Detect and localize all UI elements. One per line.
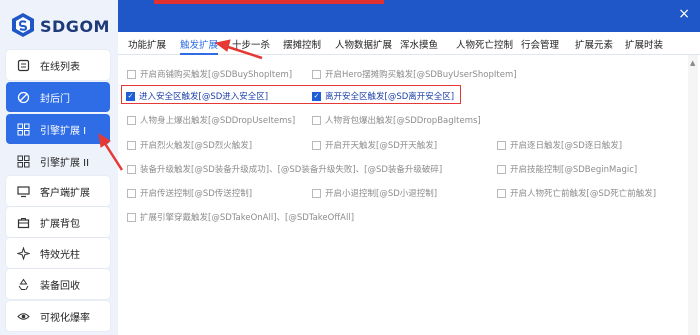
tab-ext-fashion[interactable]: 扩展时装 [625, 37, 663, 51]
checkbox[interactable] [127, 69, 136, 79]
list-icon [16, 58, 30, 72]
recycle-icon [16, 277, 30, 291]
trigger-drop-bag-items[interactable]: 人物背包爆出触发[@SDDropBagItems] [312, 114, 481, 126]
trigger-chase-sun[interactable]: 开启逐日触发[@SD逐日触发] [497, 139, 622, 151]
sidebar-item-label: 客户端扩展 [40, 187, 90, 199]
checkbox[interactable] [127, 188, 136, 198]
sparkle-icon [16, 246, 30, 260]
app-logo: SDGOM [8, 8, 118, 44]
trigger-label: 开启技能控制[@SDBeginMagic] [510, 165, 638, 175]
sidebar-item-label: 引擎扩展 II [40, 157, 90, 169]
sidebar-item-label: 扩展背包 [40, 218, 80, 230]
sidebar-item-block-backdoor[interactable]: 封后门 [6, 82, 110, 112]
trigger-label: 装备升级触发[@SD装备升级成功]、[@SD装备升级失败]、[@SD装备升级破碎… [140, 165, 443, 175]
highlight-box [121, 85, 461, 104]
checkbox[interactable] [312, 140, 321, 150]
trigger-label: 开启逐日触发[@SD逐日触发] [510, 141, 623, 151]
sidebar-item-engine-ext-2[interactable]: 引擎扩展 II [6, 146, 110, 176]
title-bar-accent [154, 0, 384, 4]
sidebar-item-client-ext[interactable]: 客户端扩展 [6, 176, 110, 206]
trigger-label: 人物背包爆出触发[@SDDropBagItems] [325, 116, 481, 126]
sidebar-item-equip-recycle[interactable]: 装备回收 [6, 269, 110, 299]
trigger-label: 扩展引擎穿戴触发[@SDTakeOnAll]、[@SDTakeOffAll] [140, 213, 355, 223]
trigger-label: 开启人物死亡前触发[@SD死亡前触发] [510, 189, 657, 199]
checkbox[interactable] [312, 188, 321, 198]
checkbox[interactable] [312, 69, 321, 79]
tab-guild-manage[interactable]: 行会管理 [521, 37, 559, 51]
tab-function-ext[interactable]: 功能扩展 [128, 37, 166, 51]
sidebar: SDGOM 在线列表 封后门 引擎扩展 I 引擎扩展 II 客户端扩展 扩展背包… [0, 0, 119, 335]
trigger-before-death[interactable]: 开启人物死亡前触发[@SD死亡前触发] [497, 187, 656, 199]
checkbox[interactable] [127, 164, 136, 174]
tab-ext-element[interactable]: 扩展元素 [575, 37, 613, 51]
trigger-drop-use-items[interactable]: 人物身上爆出触发[@SDDropUseItems] [127, 114, 295, 126]
tab-stall-control[interactable]: 摆摊控制 [283, 37, 321, 51]
scroll-up-icon[interactable]: ▲ [690, 59, 695, 67]
sidebar-item-label: 封后门 [40, 93, 70, 105]
sidebar-item-label: 可视化爆率 [40, 312, 90, 324]
trigger-label: 开启Hero摆摊购买触发[@SDBuyUserShopItem] [325, 70, 517, 80]
trigger-take-on-off-all[interactable]: 扩展引擎穿戴触发[@SDTakeOnAll]、[@SDTakeOffAll] [127, 211, 354, 223]
checkbox[interactable] [127, 140, 136, 150]
trigger-open-sky[interactable]: 开启开天触发[@SD开天触发] [312, 139, 437, 151]
grid-icon [16, 122, 30, 136]
title-bar: × [118, 0, 700, 32]
trigger-label: 开启商铺购买触发[@SDBuyShopItem] [140, 70, 293, 80]
block-icon [16, 90, 30, 104]
grid-icon [16, 154, 30, 168]
trigger-fire-skill[interactable]: 开启烈火触发[@SD烈火触发] [127, 139, 252, 151]
trigger-teleport-control[interactable]: 开启传送控制[@SD传送控制] [127, 187, 252, 199]
tab-muddy-fishing[interactable]: 浑水摸鱼 [400, 37, 438, 51]
checkbox[interactable] [497, 188, 506, 198]
sidebar-item-label: 装备回收 [40, 280, 80, 292]
tab-trigger-ext[interactable]: 触发扩展 [180, 37, 219, 55]
checkbox[interactable] [497, 140, 506, 150]
sidebar-item-effect-beam[interactable]: 特效光柱 [6, 238, 110, 268]
sidebar-item-visual-droprate[interactable]: 可视化爆率 [6, 301, 110, 331]
trigger-buy-user-shop-item[interactable]: 开启Hero摆摊购买触发[@SDBuyUserShopItem] [312, 68, 517, 80]
checkbox[interactable] [497, 164, 506, 174]
checkbox[interactable] [127, 115, 136, 125]
app-title: SDGOM [40, 17, 110, 36]
sidebar-item-label: 在线列表 [40, 61, 80, 73]
trigger-begin-magic[interactable]: 开启技能控制[@SDBeginMagic] [497, 163, 637, 175]
close-icon[interactable]: × [678, 6, 690, 22]
tab-bar: 功能扩展 触发扩展 十步一杀 摆摊控制 人物数据扩展 浑水摸鱼 人物死亡控制 行… [118, 32, 700, 55]
sidebar-item-label: 引擎扩展 I [40, 125, 87, 137]
sidebar-item-engine-ext-1[interactable]: 引擎扩展 I [6, 114, 110, 144]
trigger-label: 开启开天触发[@SD开天触发] [325, 141, 438, 151]
scrollbar[interactable]: ▲ [688, 55, 698, 335]
trigger-label: 开启小退控制[@SD小退控制] [325, 189, 438, 199]
eye-icon [16, 309, 30, 323]
trigger-label: 开启烈火触发[@SD烈火触发] [140, 141, 253, 151]
checkbox[interactable] [127, 212, 136, 222]
checkbox[interactable] [312, 115, 321, 125]
tab-death-control[interactable]: 人物死亡控制 [456, 37, 513, 51]
sidebar-item-ext-bag[interactable]: 扩展背包 [6, 207, 110, 237]
bag-icon [16, 215, 30, 229]
monitor-icon [16, 184, 30, 198]
sidebar-item-label: 特效光柱 [40, 249, 80, 261]
tab-player-data-ext[interactable]: 人物数据扩展 [335, 37, 392, 51]
trigger-equip-upgrade[interactable]: 装备升级触发[@SD装备升级成功]、[@SD装备升级失败]、[@SD装备升级破碎… [127, 163, 442, 175]
trigger-logout-control[interactable]: 开启小退控制[@SD小退控制] [312, 187, 437, 199]
trigger-label: 开启传送控制[@SD传送控制] [140, 189, 253, 199]
trigger-label: 人物身上爆出触发[@SDDropUseItems] [140, 116, 296, 126]
tab-ten-step-kill[interactable]: 十步一杀 [232, 37, 270, 51]
trigger-buy-shop-item[interactable]: 开启商铺购买触发[@SDBuyShopItem] [127, 68, 292, 80]
sdgom-logo-icon [12, 13, 34, 37]
sidebar-item-online-list[interactable]: 在线列表 [6, 50, 110, 80]
